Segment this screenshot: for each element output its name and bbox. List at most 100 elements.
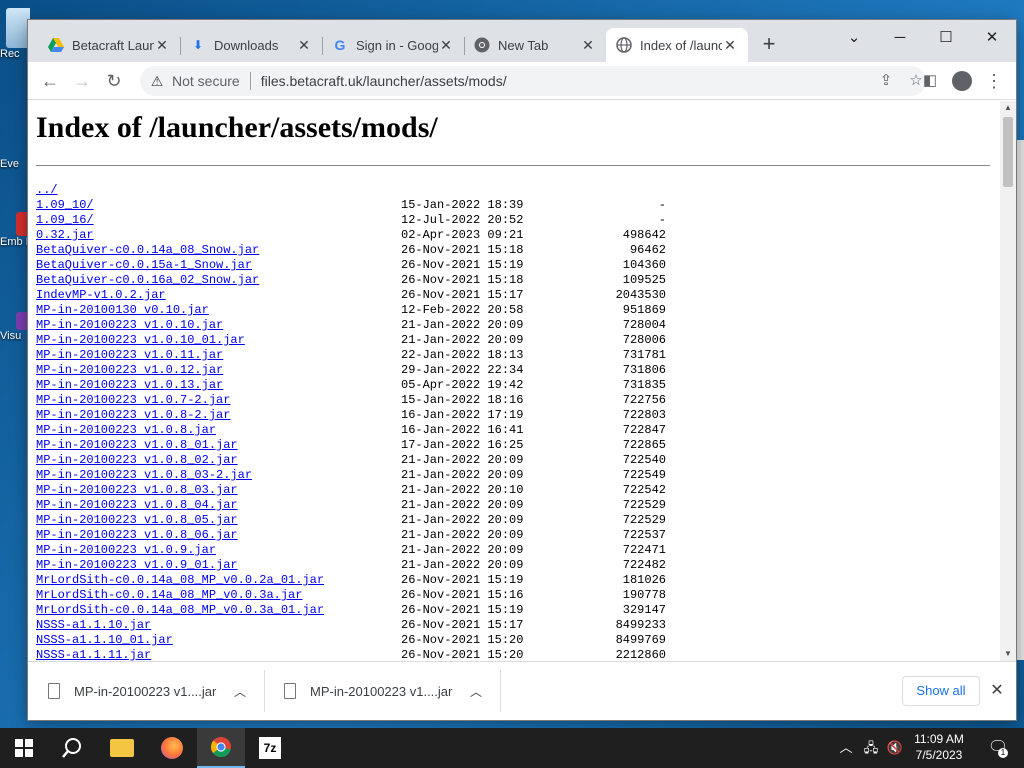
file-link[interactable]: MP-in-20100223 v1.0.8.jar: [36, 423, 216, 438]
close-icon[interactable]: ✕: [296, 37, 312, 54]
chevron-down-icon: ⌄: [847, 29, 861, 46]
search-button[interactable]: [48, 728, 96, 768]
file-size: 722803: [622, 408, 666, 422]
file-link[interactable]: MP-in-20100130 v0.10.jar: [36, 303, 209, 318]
desktop-icon-recycle-bin[interactable]: Rec: [0, 8, 30, 60]
file-date: 26-Nov-2021 15:18: [401, 243, 524, 257]
file-link[interactable]: BetaQuiver-c0.0.14a_08_Snow.jar: [36, 243, 259, 258]
close-icon[interactable]: ✕: [154, 37, 170, 54]
scroll-down-icon[interactable]: ▼: [1000, 647, 1016, 661]
file-link[interactable]: MP-in-20100223 v1.0.10_01.jar: [36, 333, 245, 348]
file-link[interactable]: MP-in-20100223 v1.0.9.jar: [36, 543, 216, 558]
forward-button[interactable]: →: [68, 67, 96, 95]
close-icon[interactable]: ✕: [722, 37, 738, 54]
maximize-button[interactable]: ☐: [926, 24, 966, 52]
scroll-up-icon[interactable]: ▲: [1000, 101, 1016, 115]
page-scrollbar[interactable]: ▲ ▼: [1000, 101, 1016, 661]
file-link[interactable]: IndevMP-v1.0.2.jar: [36, 288, 166, 303]
taskbar: 7z ︿ 🖧 🔇 11:09 AM 7/5/2023 🗨 1: [0, 728, 1024, 768]
tab-sign-in[interactable]: G Sign in - Goog ✕: [322, 28, 464, 62]
network-icon[interactable]: 🖧: [860, 728, 882, 768]
file-link[interactable]: NSSS-a1.1.11.jar: [36, 648, 151, 661]
close-window-button[interactable]: ✕: [972, 24, 1012, 52]
file-link[interactable]: BetaQuiver-c0.0.16a_02_Snow.jar: [36, 273, 259, 288]
close-icon[interactable]: ✕: [986, 676, 1008, 706]
desktop-icon-visu[interactable]: Visu: [0, 312, 30, 342]
file-size: 722482: [622, 558, 666, 572]
file-link[interactable]: MP-in-20100223 v1.0.9_01.jar: [36, 558, 238, 573]
warning-icon[interactable]: ⚠: [148, 73, 166, 90]
file-link[interactable]: MP-in-20100223 v1.0.10.jar: [36, 318, 223, 333]
file-size: 109525: [622, 273, 666, 287]
tab-index-of[interactable]: Index of /launc ✕: [606, 28, 748, 62]
file-link[interactable]: MrLordSith-c0.0.14a_08_MP_v0.0.2a_01.jar: [36, 573, 324, 588]
notification-button[interactable]: 🗨: [978, 728, 1018, 768]
volume-muted-icon[interactable]: 🔇: [884, 728, 906, 768]
desktop-icon-label: Eve: [0, 158, 19, 170]
download-item[interactable]: MP-in-20100223 v1....jar ︿: [264, 662, 500, 720]
desktop-icon-label: Visu: [0, 330, 22, 342]
menu-button[interactable]: ⋮: [980, 67, 1008, 95]
chevron-up-icon[interactable]: ︿: [466, 683, 486, 700]
close-icon[interactable]: ✕: [580, 37, 596, 54]
tab-new-tab[interactable]: New Tab ✕: [464, 28, 606, 62]
file-link[interactable]: 0.32.jar: [36, 228, 94, 243]
tab-title: Sign in - Goog: [356, 37, 438, 53]
file-size: -: [658, 213, 666, 227]
minimize-button[interactable]: ─: [880, 24, 920, 52]
arrow-left-icon: ←: [41, 71, 59, 91]
download-item[interactable]: MP-in-20100223 v1....jar ︿: [28, 662, 264, 720]
desktop-icon-emb[interactable]: Emb De: [0, 212, 30, 248]
start-button[interactable]: [0, 728, 48, 768]
side-panel-button[interactable]: ◧: [916, 67, 944, 95]
google-icon: G: [334, 37, 346, 53]
share-icon[interactable]: ⇪: [872, 66, 900, 96]
url-text[interactable]: files.betacraft.uk/launcher/assets/mods/: [261, 73, 507, 89]
new-tab-button[interactable]: +: [758, 33, 780, 56]
file-link[interactable]: MP-in-20100223 v1.0.8_03-2.jar: [36, 468, 252, 483]
file-link[interactable]: BetaQuiver-c0.0.15a-1_Snow.jar: [36, 258, 252, 273]
7zip-icon: 7z: [259, 737, 281, 759]
taskbar-firefox[interactable]: [148, 728, 196, 768]
taskbar-chrome[interactable]: [197, 728, 245, 768]
back-button[interactable]: ←: [36, 67, 64, 95]
file-link[interactable]: MrLordSith-c0.0.14a_08_MP_v0.0.3a.jar: [36, 588, 302, 603]
tab-downloads[interactable]: ⬇ Downloads ✕: [180, 28, 322, 62]
taskbar-file-explorer[interactable]: [98, 728, 146, 768]
file-link[interactable]: NSSS-a1.1.10.jar: [36, 618, 151, 633]
file-link[interactable]: ../: [36, 183, 58, 198]
file-link[interactable]: MrLordSith-c0.0.14a_08_MP_v0.0.3a_01.jar: [36, 603, 324, 618]
tab-title: Index of /launc: [640, 37, 722, 53]
chevron-up-icon[interactable]: ︿: [230, 683, 250, 700]
scroll-thumb[interactable]: [1003, 117, 1013, 187]
reload-button[interactable]: ↻: [100, 67, 128, 95]
chevron-up-icon[interactable]: ︿: [836, 728, 856, 768]
profile-button[interactable]: [948, 67, 976, 95]
file-link[interactable]: MP-in-20100223 v1.0.8-2.jar: [36, 408, 230, 423]
file-link[interactable]: NSSS-a1.1.10_01.jar: [36, 633, 173, 648]
close-icon[interactable]: ✕: [438, 37, 454, 54]
file-link[interactable]: MP-in-20100223 v1.0.8_06.jar: [36, 528, 238, 543]
file-size: 190778: [622, 588, 666, 602]
file-link[interactable]: MP-in-20100223 v1.0.8_01.jar: [36, 438, 238, 453]
security-label[interactable]: Not secure: [172, 73, 240, 89]
system-clock[interactable]: 11:09 AM 7/5/2023: [904, 731, 974, 763]
tab-strip: Betacraft Laun ✕ ⬇ Downloads ✕ G Sign in…: [28, 20, 1016, 62]
file-link[interactable]: MP-in-20100223 v1.0.13.jar: [36, 378, 223, 393]
file-link[interactable]: MP-in-20100223 v1.0.8_05.jar: [36, 513, 238, 528]
show-all-button[interactable]: Show all: [902, 676, 980, 706]
file-link[interactable]: 1.09_10/: [36, 198, 94, 213]
desktop-icon-eve[interactable]: Eve: [0, 140, 30, 170]
file-link[interactable]: MP-in-20100223 v1.0.8_02.jar: [36, 453, 238, 468]
file-link[interactable]: 1.09_16/: [36, 213, 94, 228]
tab-search-button[interactable]: ⌄: [834, 24, 874, 52]
tab-betacraft[interactable]: Betacraft Laun ✕: [38, 28, 180, 62]
file-link[interactable]: MP-in-20100223 v1.0.8_04.jar: [36, 498, 238, 513]
file-link[interactable]: MP-in-20100223 v1.0.8_03.jar: [36, 483, 238, 498]
arrow-right-icon: →: [73, 71, 91, 91]
address-bar[interactable]: ⚠ Not secure files.betacraft.uk/launcher…: [140, 66, 926, 96]
file-link[interactable]: MP-in-20100223 v1.0.11.jar: [36, 348, 223, 363]
taskbar-7zip[interactable]: 7z: [246, 728, 294, 768]
file-link[interactable]: MP-in-20100223 v1.0.12.jar: [36, 363, 223, 378]
file-link[interactable]: MP-in-20100223 v1.0.7-2.jar: [36, 393, 230, 408]
